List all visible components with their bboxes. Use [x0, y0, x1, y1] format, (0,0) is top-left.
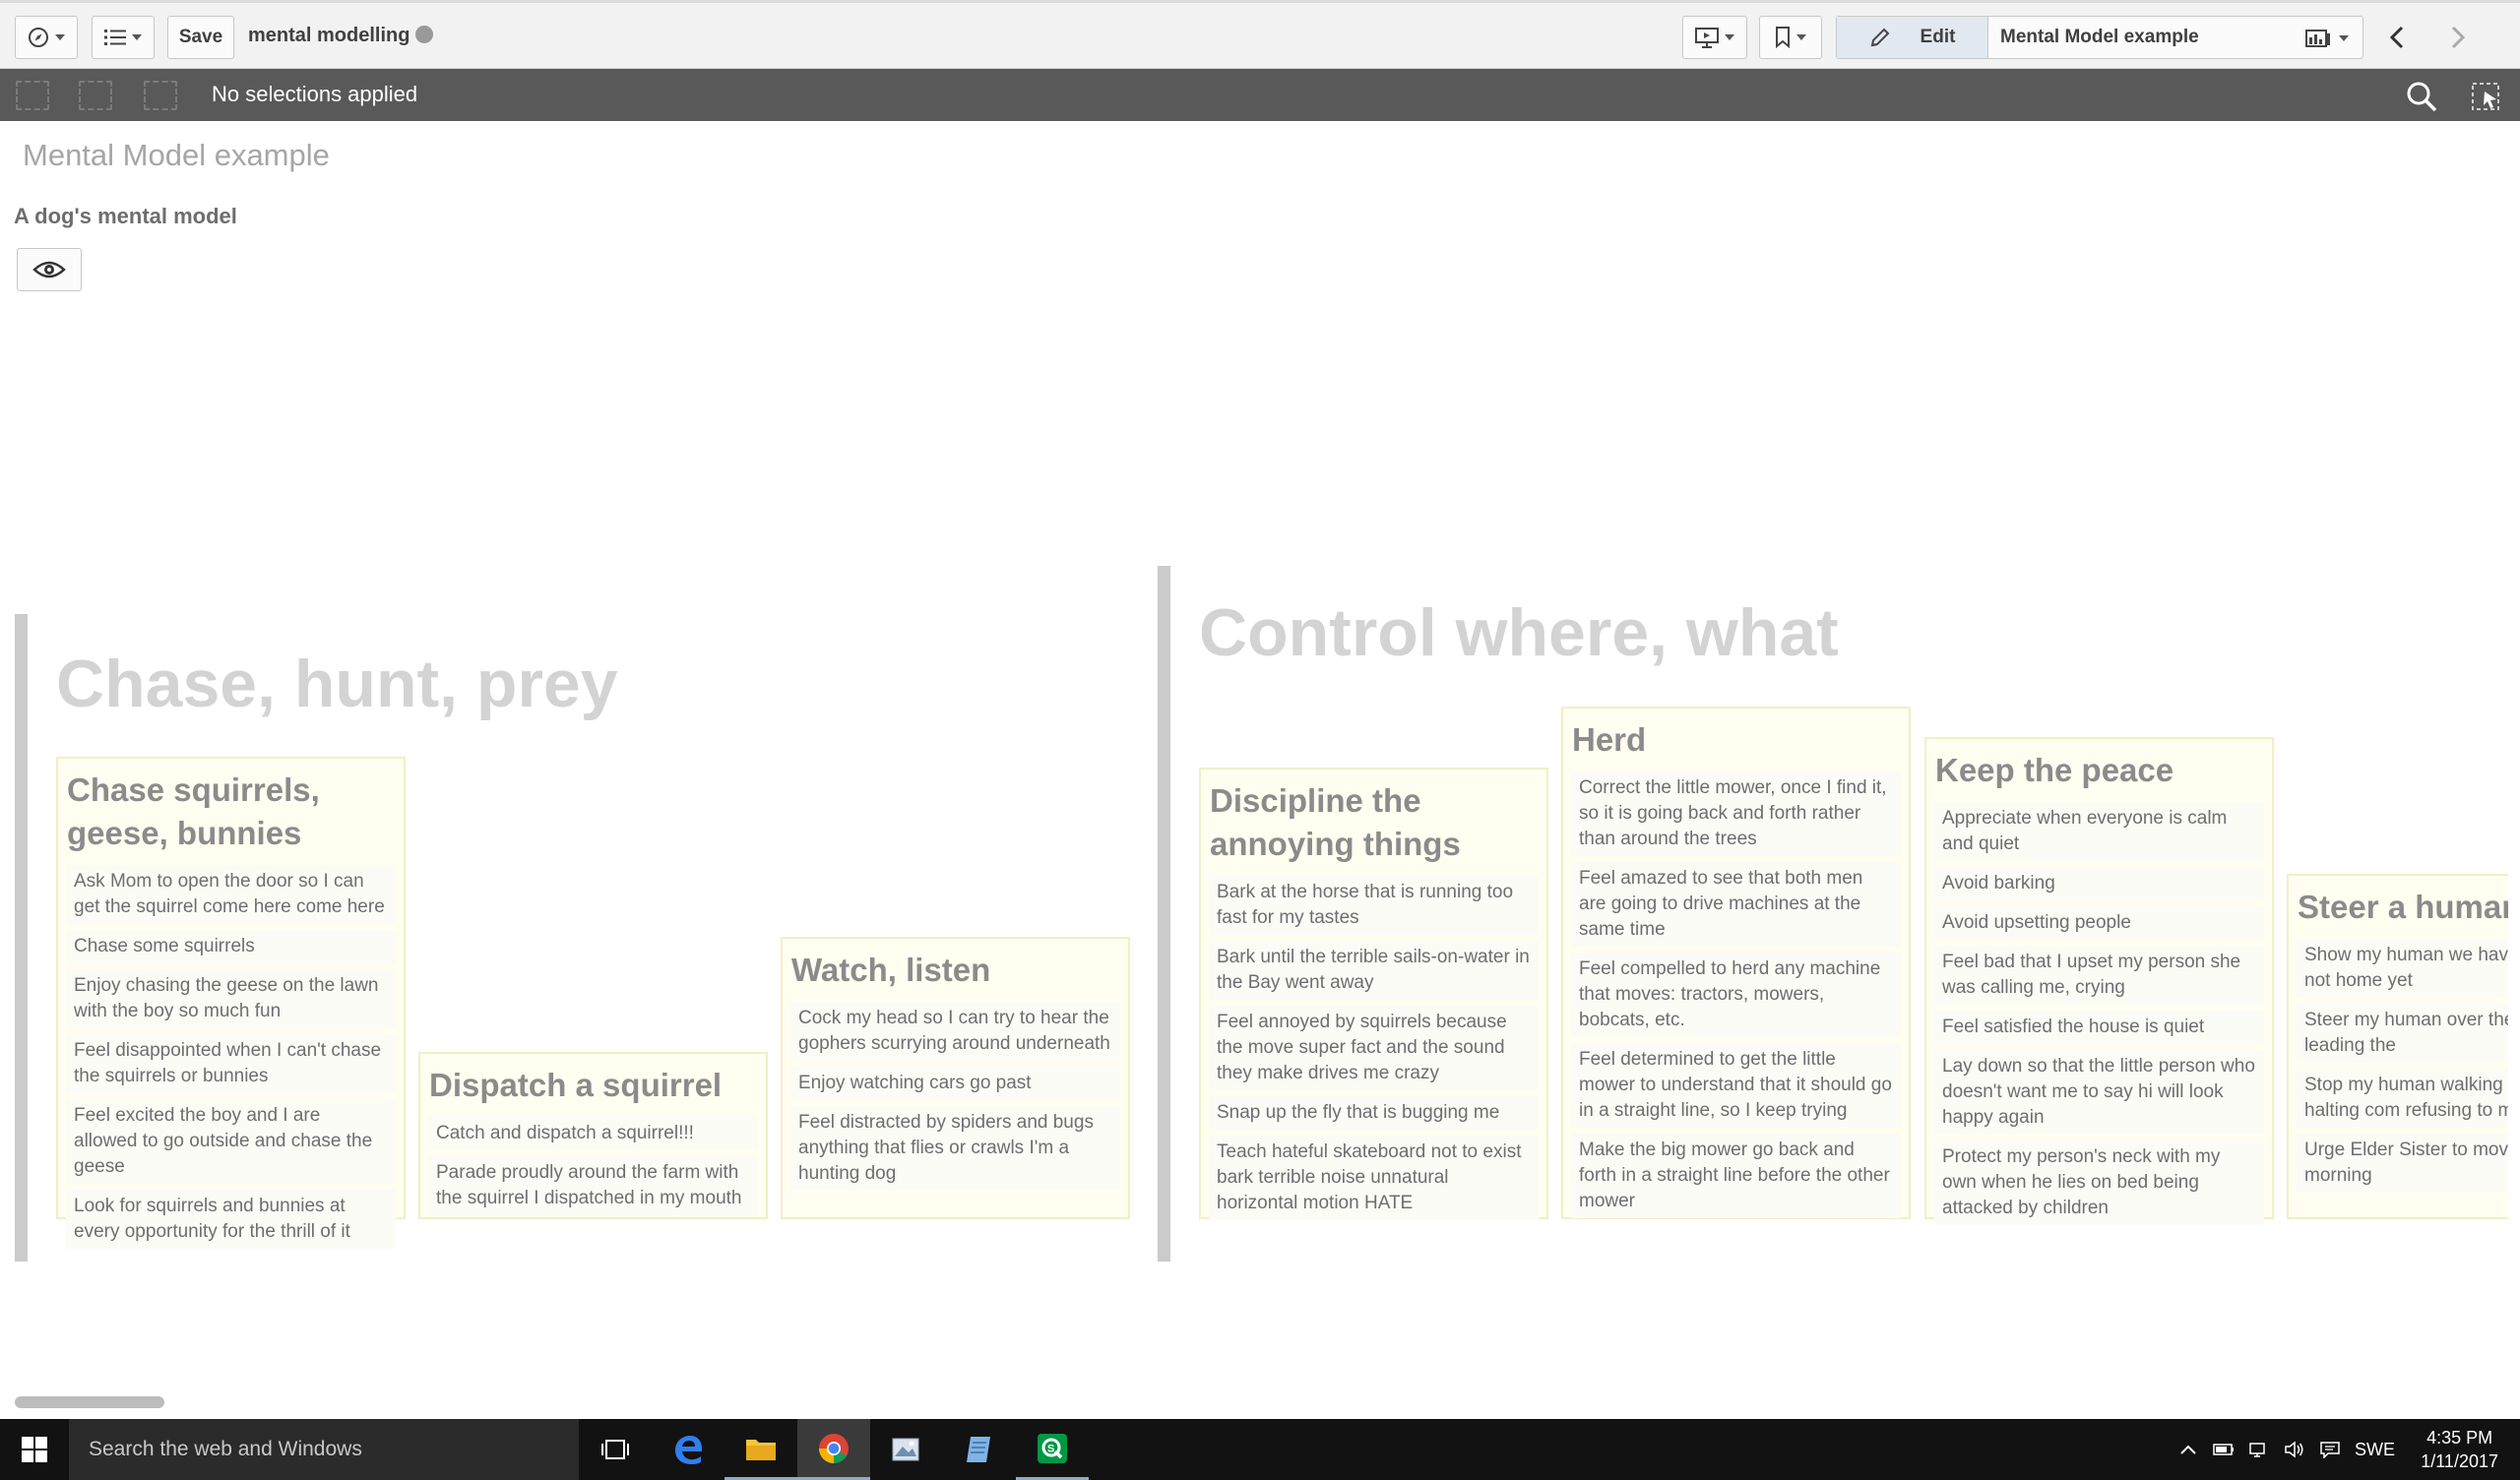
taskbar-search-placeholder: Search the web and Windows — [89, 1438, 362, 1460]
list-item: Enjoy watching cars go past — [790, 1067, 1120, 1100]
start-button[interactable] — [0, 1419, 69, 1480]
list-item: Cock my head so I can try to hear the go… — [790, 1002, 1120, 1061]
battery-icon[interactable] — [2213, 1443, 2235, 1456]
svg-text:S: S — [1047, 1443, 1054, 1454]
taskbar-search[interactable]: Search the web and Windows — [69, 1419, 579, 1480]
task-view-button[interactable] — [579, 1419, 652, 1480]
list-item: Snap up the fly that is bugging me — [1209, 1096, 1539, 1130]
list-item: Feel disappointed when I can't chase the… — [66, 1034, 396, 1093]
group-divider — [1158, 566, 1170, 1262]
chrome-browser-button[interactable] — [797, 1419, 870, 1480]
card-title: Keep the peace — [1935, 752, 2174, 788]
list-item: Show my human we have the park, not home… — [2297, 939, 2508, 998]
list-item: Feel satisfied the house is quiet — [1934, 1011, 2264, 1044]
notepad-icon — [967, 1437, 990, 1462]
list-item: Feel amazed to see that both men are goi… — [1571, 862, 1901, 947]
task-view-icon — [601, 1440, 629, 1459]
list-item: Avoid barking — [1934, 867, 2264, 900]
card-title: Watch, listen — [791, 952, 991, 988]
list-item: Steer my human over the contact and lead… — [2297, 1004, 2508, 1063]
list-item: Catch and dispatch a squirrel!!! — [428, 1117, 758, 1150]
file-explorer-button[interactable] — [724, 1419, 797, 1480]
card-title: Discipline the annoying things — [1210, 782, 1461, 862]
list-item: Avoid upsetting people — [1934, 906, 2264, 940]
folder-icon — [746, 1439, 776, 1460]
list-item: Teach hateful skateboard not to exist ba… — [1209, 1136, 1539, 1220]
chevron-up-icon[interactable] — [2179, 1444, 2197, 1455]
task-card[interactable]: Keep the peace Appreciate when everyone … — [1924, 737, 2274, 1225]
list-item: Correct the little mower, once I find it… — [1571, 771, 1901, 856]
chrome-icon — [819, 1433, 849, 1463]
system-tray: SWE — [2179, 1419, 2395, 1480]
task-card[interactable]: Chase squirrels, geese, bunnies Ask Mom … — [56, 757, 406, 1249]
list-item: Chase some squirrels — [66, 930, 396, 963]
list-item: Feel bad that I upset my person she was … — [1934, 946, 2264, 1005]
list-item: Feel annoyed by squirrels because the mo… — [1209, 1006, 1539, 1090]
list-item: Feel distracted by spiders and bugs anyt… — [790, 1106, 1120, 1191]
notes-app-button[interactable] — [943, 1419, 1016, 1480]
list-item: Appreciate when everyone is calm and qui… — [1934, 802, 2264, 861]
group-title: Control where, what — [1199, 595, 1839, 670]
group-divider — [15, 614, 28, 1262]
qlik-sense-icon: S — [1038, 1433, 1067, 1463]
list-item: Parade proudly around the farm with the … — [428, 1156, 758, 1215]
list-item: Enjoy chasing the geese on the lawn with… — [66, 969, 396, 1028]
card-title: Dispatch a squirrel — [429, 1067, 723, 1103]
clock-date: 1/11/2017 — [2421, 1451, 2498, 1471]
input-language[interactable]: SWE — [2355, 1440, 2395, 1460]
horizontal-scrollbar[interactable] — [15, 1396, 164, 1408]
notification-icon[interactable] — [2319, 1441, 2341, 1458]
task-card[interactable]: Discipline the annoying things Bark at t… — [1199, 768, 1548, 1220]
edge-browser-button[interactable] — [652, 1419, 724, 1480]
list-item: Make the big mower go back and forth in … — [1571, 1134, 1901, 1218]
list-item: Bark at the horse that is running too fa… — [1209, 876, 1539, 935]
windows-taskbar: Search the web and Windows S SWE 4:35 PM… — [0, 1419, 2520, 1480]
card-title: Steer a human — [2298, 889, 2508, 925]
task-card[interactable]: Watch, listen Cock my head so I can try … — [781, 937, 1130, 1219]
qlik-sense-button[interactable]: S — [1016, 1419, 1089, 1480]
mental-model-canvas: Chase, hunt, prey Chase squirrels, geese… — [0, 0, 2508, 1309]
task-card[interactable]: Herd Correct the little mower, once I fi… — [1561, 707, 1911, 1219]
task-card[interactable]: Steer a human Show my human we have the … — [2287, 874, 2508, 1219]
volume-icon[interactable] — [2284, 1441, 2305, 1458]
card-title: Herd — [1572, 721, 1647, 758]
photos-app-button[interactable] — [870, 1419, 943, 1480]
list-item: Feel determined to get the little mower … — [1571, 1043, 1901, 1128]
list-item: Look for squirrels and bunnies at every … — [66, 1190, 396, 1249]
edge-icon — [675, 1436, 702, 1464]
list-item: Feel compelled to herd any machine that … — [1571, 953, 1901, 1037]
task-card[interactable]: Dispatch a squirrel Catch and dispatch a… — [418, 1052, 768, 1219]
list-item: Stop my human walking direction by halti… — [2297, 1069, 2508, 1128]
list-item: Urge Elder Sister to move faster this mo… — [2297, 1134, 2508, 1193]
windows-logo-icon — [22, 1437, 47, 1462]
network-icon[interactable] — [2248, 1441, 2270, 1458]
taskbar-clock[interactable]: 4:35 PM 1/11/2017 — [2421, 1426, 2498, 1473]
list-item: Bark until the terrible sails-on-water i… — [1209, 941, 1539, 1000]
card-title: Chase squirrels, geese, bunnies — [67, 771, 320, 851]
group-title: Chase, hunt, prey — [56, 647, 618, 721]
photo-viewer-icon — [892, 1438, 919, 1461]
list-item: Protect my person's neck with my own whe… — [1934, 1141, 2264, 1225]
list-item: Feel excited the boy and I are allowed t… — [66, 1099, 396, 1184]
list-item: Lay down so that the little person who d… — [1934, 1050, 2264, 1135]
clock-time: 4:35 PM — [2426, 1428, 2493, 1448]
list-item: Ask Mom to open the door so I can get th… — [66, 865, 396, 924]
